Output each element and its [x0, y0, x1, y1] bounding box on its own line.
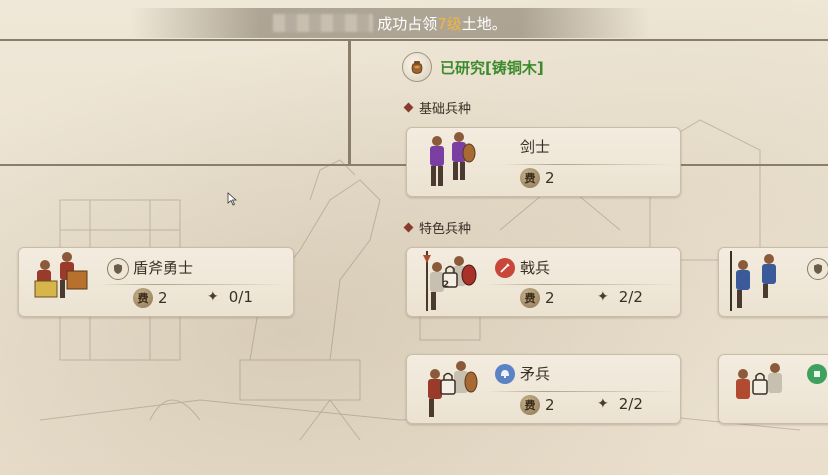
halberd-portrait-icon	[423, 251, 477, 311]
section-special-units: 特色兵种	[404, 218, 471, 237]
shield-axe-portrait-icon	[34, 252, 88, 298]
unit-cost-shield-axe: 费 2	[133, 288, 168, 308]
count-value: 2/2	[618, 395, 643, 413]
notice-suffix: 土地。	[461, 14, 507, 33]
count-value: 2/2	[618, 288, 643, 306]
sparkle-icon: ✦	[207, 289, 219, 305]
unit-count-halberd: ✦ 2/2	[597, 288, 643, 306]
tree-line-top-horizontal	[0, 39, 828, 41]
cost-coin-icon: 费	[133, 288, 153, 308]
bow-icon	[807, 364, 827, 384]
researched-tech[interactable]: 已研究[铸铜木]	[402, 52, 544, 82]
unit-cost-swordsman: 费 2	[520, 168, 555, 188]
bronze-pot-icon	[402, 52, 432, 82]
diamond-icon	[404, 223, 413, 232]
unit-card-partial-2[interactable]	[718, 354, 828, 424]
notice-prefix: 成功占领	[377, 14, 438, 33]
count-value: 0/1	[228, 288, 253, 306]
cost-value: 2	[158, 289, 168, 307]
diamond-icon	[404, 103, 413, 112]
capture-notification: 成功占领 7级 土地。	[130, 8, 650, 38]
helmet-icon	[495, 364, 515, 384]
section-special-label: 特色兵种	[419, 222, 472, 237]
tech-label: 已研究[铸铜木]	[440, 58, 544, 77]
spear-portrait-icon	[428, 361, 478, 417]
card-divider	[505, 164, 675, 165]
cost-coin-icon: 费	[520, 168, 540, 188]
cost-value: 2	[545, 289, 555, 307]
shield-icon	[107, 258, 129, 280]
cost-coin-icon: 费	[520, 395, 540, 415]
sparkle-icon: ✦	[597, 396, 609, 412]
card-divider	[487, 284, 677, 285]
lock-level-badge: 2	[442, 280, 450, 290]
unit-name-halberd: 戟兵	[520, 259, 551, 277]
unit-card-swordsman[interactable]: 剑士 费 2	[406, 127, 681, 197]
unit-cost-halberd: 费 2	[520, 288, 555, 308]
sword-icon	[495, 258, 515, 278]
card-divider	[99, 284, 289, 285]
unit-count-spear: ✦ 2/2	[597, 395, 643, 413]
sparkle-icon: ✦	[597, 289, 609, 305]
unit-name-shield-axe: 盾斧勇士	[133, 259, 194, 277]
unit-card-halberd[interactable]: 2 戟兵 费 2 ✦ 2/2	[406, 247, 681, 317]
mouse-cursor-icon	[227, 192, 237, 206]
unit-cost-spear: 费 2	[520, 395, 555, 415]
unit-card-spear[interactable]: 矛兵 费 2 ✦ 2/2	[406, 354, 681, 424]
unit-portrait-icon	[730, 251, 776, 311]
unit-card-partial-1[interactable]	[718, 247, 828, 317]
tree-line-vertical	[348, 39, 351, 165]
cost-coin-icon: 费	[520, 288, 540, 308]
notice-highlight: 7级	[437, 14, 462, 33]
unit-name-spear: 矛兵	[520, 365, 551, 383]
swordsman-portrait-icon	[430, 132, 476, 186]
blurred-player-name	[273, 14, 374, 32]
cost-value: 2	[545, 169, 555, 187]
shield-icon	[807, 258, 828, 280]
section-basic-units: 基础兵种	[404, 98, 471, 117]
card-divider	[487, 391, 677, 392]
unit-portrait-icon	[736, 363, 782, 399]
unit-name-swordsman: 剑士	[520, 138, 551, 156]
unit-card-shield-axe[interactable]: 盾斧勇士 费 2 ✦ 0/1	[18, 247, 294, 317]
unit-count-shield-axe: ✦ 0/1	[207, 288, 253, 306]
cost-value: 2	[545, 396, 555, 414]
section-basic-label: 基础兵种	[419, 102, 472, 117]
